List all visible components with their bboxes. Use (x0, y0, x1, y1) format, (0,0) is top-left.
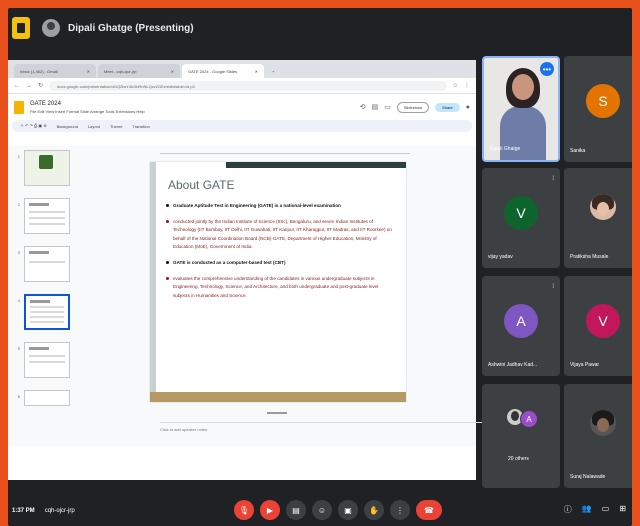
slide-bullet: Graduate Aptitude Test in Engineering (G… (173, 203, 341, 208)
captions-button[interactable]: ▤ (286, 500, 306, 520)
ruler (160, 148, 410, 154)
activities-icon[interactable]: ⊞ (619, 504, 626, 515)
slide-canvas: About GATE Graduate Aptitude Test in Eng… (80, 146, 540, 446)
participant-name: Dipali Ghatge (490, 146, 521, 152)
presenter-label: Dipali Ghatge (Presenting) (68, 22, 194, 34)
present-button[interactable]: ▣ (338, 500, 358, 520)
participant-tile[interactable]: ⁞ Suraj Nalawade (564, 384, 632, 488)
info-icon[interactable]: ⓘ (564, 504, 572, 515)
participant-tile[interactable]: ⁞ V vijay yadav (482, 168, 560, 268)
avatar: V (504, 196, 538, 230)
clock: 1:37 PM (12, 508, 35, 514)
browser-tab-active[interactable]: GATE 2024 - Google Slides ✕ (182, 64, 264, 78)
slideshow-button[interactable]: Slideshow (396, 101, 430, 113)
url-field[interactable]: docs.google.com/presentation/d/1Q2lwY4kG… (49, 80, 447, 91)
call-controls: 🎙 ▶ ▤ ☺ ▣ ✋ ⋮ ☎ (234, 500, 442, 520)
slide-bullet: evaluates the comprehensive understandin… (173, 276, 379, 298)
bottom-bar: 1:37 PM cqh-ojcr-jrp 🎙 ▶ ▤ ☺ ▣ ✋ ⋮ ☎ ⓘ 👥… (8, 496, 632, 526)
star-icon[interactable]: ☆ (453, 82, 458, 89)
people-icon[interactable]: 👥 (582, 504, 592, 515)
toolbar-transition[interactable]: Transition (132, 124, 149, 129)
others-tile[interactable]: A 20 others (482, 384, 560, 488)
mic-off-icon: ⁞ (552, 176, 554, 182)
speaking-indicator-icon: ••• (540, 62, 554, 76)
slide-thumbnail[interactable] (24, 198, 70, 234)
mic-off-button[interactable]: 🎙 (234, 500, 254, 520)
participant-tile[interactable]: ⁞ S Sanika (564, 56, 632, 162)
filmstrip: 1 2 3 4 5 6 (8, 150, 78, 446)
address-bar: ← → ↻ docs.google.com/presentation/d/1Q2… (8, 78, 476, 94)
slides-logo-icon (14, 100, 24, 114)
meet-window: Dipali Ghatge (Presenting) Inbox (1,462)… (8, 8, 632, 526)
close-icon[interactable]: ✕ (255, 69, 258, 74)
camera-off-button[interactable]: ▶ (260, 500, 280, 520)
mic-off-icon: ⁞ (552, 284, 554, 290)
more-options-button[interactable]: ⋮ (390, 500, 410, 520)
account-icon[interactable]: ● (466, 104, 470, 111)
slide-thumbnail[interactable] (24, 342, 70, 378)
forward-icon[interactable]: → (26, 83, 32, 89)
participant-tile[interactable]: ••• Dipali Ghatge (482, 56, 560, 162)
participant-name: vijay yadav (488, 254, 513, 260)
video-icon[interactable]: ▭ (384, 103, 391, 111)
reload-icon[interactable]: ↻ (38, 82, 43, 89)
emoji-button[interactable]: ☺ (312, 500, 332, 520)
participant-tile[interactable]: ⁞ Pratiksha Musale (564, 168, 632, 268)
menu-bar[interactable]: File Edit View Insert Format Slide Arran… (30, 109, 145, 114)
chat-icon[interactable]: ▭ (602, 504, 610, 515)
app-logo-icon (12, 17, 30, 39)
meeting-code: cqh-ojcr-jrp (44, 508, 75, 514)
close-icon[interactable]: ✕ (171, 69, 174, 74)
slide-title[interactable]: About GATE (168, 178, 234, 192)
slide-thumbnail[interactable] (24, 390, 70, 406)
avatar: S (586, 84, 620, 118)
participant-name: Vijaya Pawar (570, 362, 600, 368)
doc-name[interactable]: GATE 2024 (30, 101, 145, 107)
slides-workspace: 1 2 3 4 5 6 About GATE Graduate Aptitude… (8, 146, 540, 446)
participant-tile[interactable]: ⁞ V Vijaya Pawar (564, 276, 632, 376)
participant-name: Ashwini Jadhav Kad... (488, 362, 538, 368)
history-icon[interactable]: ⟲ (360, 103, 366, 111)
toolbar-icons[interactable]: ＋ ↶ ↷ ⎙ ▣ ⊕ (20, 123, 47, 129)
avatar (590, 194, 616, 220)
toolbar-theme[interactable]: Theme (110, 124, 122, 129)
browser-tab[interactable]: Inbox (1,462) - Gmail ✕ (14, 64, 96, 78)
end-call-button[interactable]: ☎ (416, 500, 442, 520)
slide-thumbnail[interactable] (24, 150, 70, 186)
participant-name: Sanika (570, 148, 586, 154)
participant-name: Pratiksha Musale (570, 254, 609, 260)
slide-bullet: GATE is conducted as a computer-based te… (173, 260, 286, 266)
notes-resize-handle[interactable] (267, 412, 287, 414)
others-count: 20 others (508, 456, 529, 462)
close-icon[interactable]: ✕ (87, 69, 90, 74)
back-icon[interactable]: ← (14, 83, 20, 89)
slides-header: GATE 2024 File Edit View Insert Format S… (8, 94, 476, 120)
share-button[interactable]: Share (435, 102, 460, 112)
menu-dots-icon[interactable]: ⋮ (464, 82, 470, 89)
participant-tile[interactable]: ⁞ A Ashwini Jadhav Kad... (482, 276, 560, 376)
raise-hand-button[interactable]: ✋ (364, 500, 384, 520)
slide-thumbnail-active[interactable] (24, 294, 70, 330)
toolbar-background[interactable]: Background (57, 124, 78, 129)
participant-name: Suraj Nalawade (570, 474, 606, 480)
others-avatars: A (506, 408, 540, 432)
slide-thumbnail[interactable] (24, 246, 70, 282)
slide-body[interactable]: Graduate Aptitude Test in Engineering (G… (166, 202, 394, 308)
presenter-avatar (42, 19, 60, 37)
new-tab-icon[interactable]: + (266, 64, 280, 78)
browser-tab-bar: Inbox (1,462) - Gmail ✕ Meet - cqh-ojcr-j… (8, 60, 476, 78)
top-bar: Dipali Ghatge (Presenting) (8, 8, 632, 48)
comment-icon[interactable]: ▤ (372, 103, 379, 111)
avatar: A (504, 304, 538, 338)
side-panel-buttons: ⓘ 👥 ▭ ⊞ (564, 504, 626, 515)
avatar (590, 410, 616, 436)
shared-screen: Inbox (1,462) - Gmail ✕ Meet - cqh-ojcr-j… (8, 60, 540, 480)
slides-toolbar: ＋ ↶ ↷ ⎙ ▣ ⊕ Background Layout Theme Tran… (12, 120, 472, 132)
current-slide[interactable]: About GATE Graduate Aptitude Test in Eng… (150, 162, 406, 402)
toolbar-layout[interactable]: Layout (88, 124, 100, 129)
browser-tab[interactable]: Meet - cqh-ojcr-jrp ✕ (98, 64, 180, 78)
slide-bullet: conducted jointly by the Indian Institut… (173, 219, 392, 249)
avatar: V (586, 304, 620, 338)
